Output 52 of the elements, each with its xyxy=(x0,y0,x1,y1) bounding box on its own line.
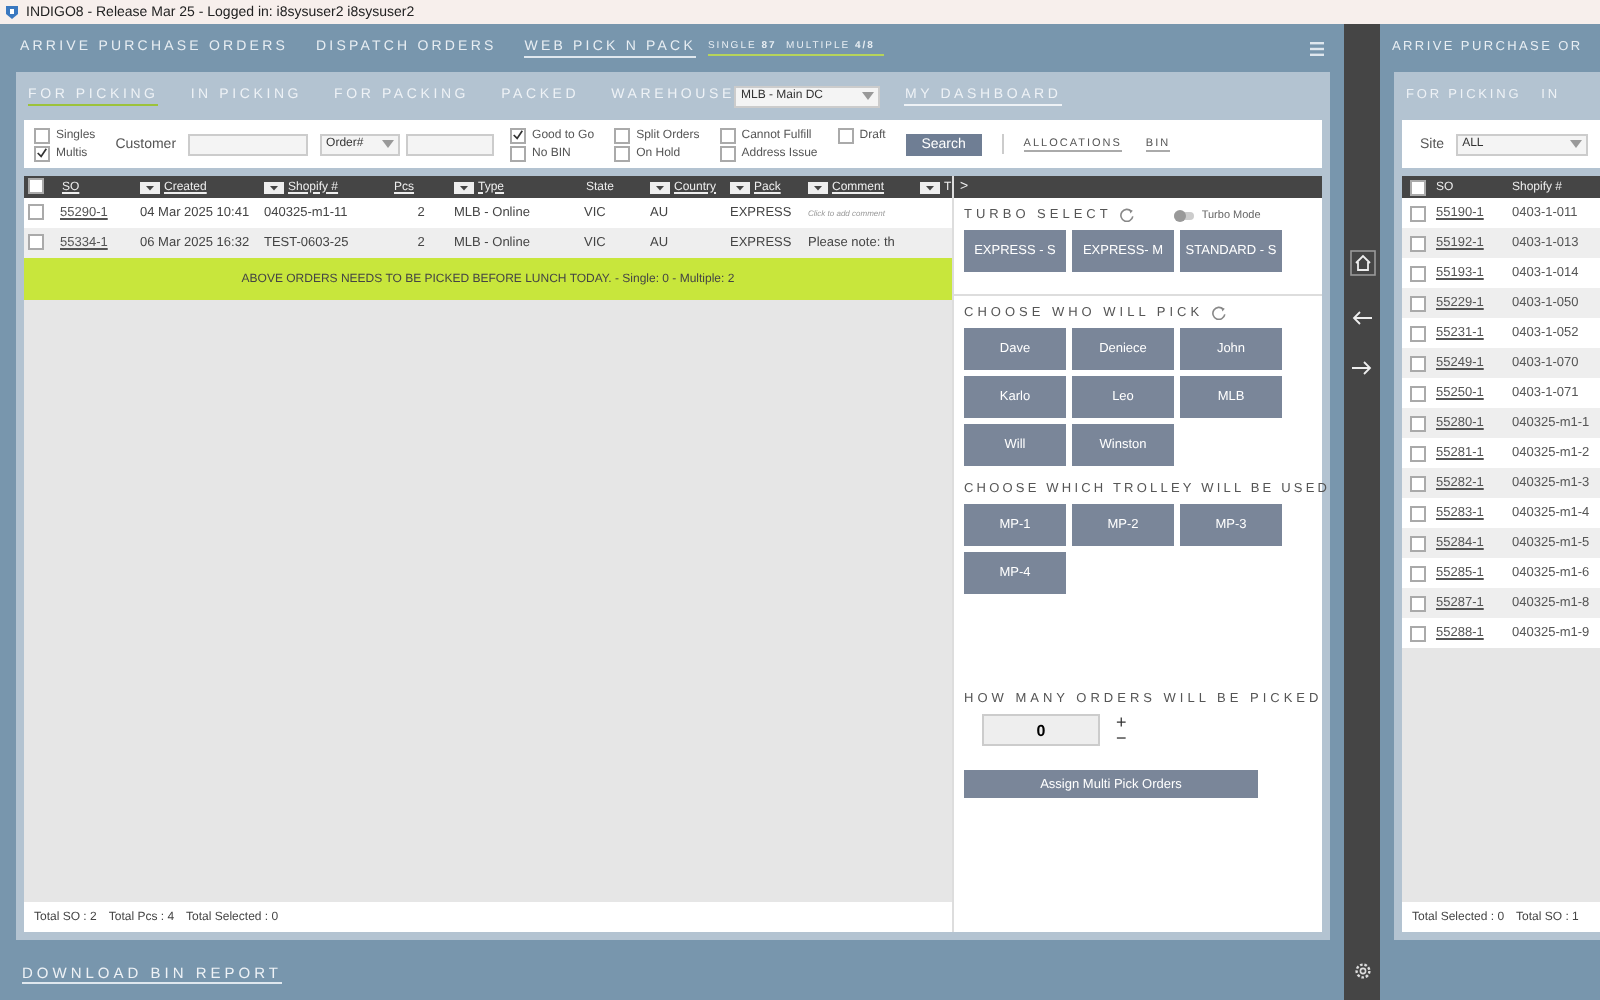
order-field[interactable] xyxy=(406,133,495,155)
checkbox[interactable] xyxy=(34,127,50,143)
refresh-icon[interactable] xyxy=(1119,208,1134,222)
checkbox[interactable] xyxy=(1410,535,1426,551)
filter-icon[interactable] xyxy=(650,181,670,193)
filter-icon[interactable] xyxy=(920,181,940,193)
app-icon xyxy=(4,4,20,20)
checkbox[interactable] xyxy=(719,127,736,143)
checkbox[interactable] xyxy=(614,127,631,143)
checkbox[interactable] xyxy=(1410,385,1426,401)
left-arrow-icon[interactable] xyxy=(1352,310,1372,326)
quantity-field[interactable]: 0 xyxy=(982,714,1100,746)
checkbox[interactable] xyxy=(28,177,44,193)
checkbox[interactable] xyxy=(1410,625,1426,641)
checkbox[interactable] xyxy=(28,233,44,249)
checkbox[interactable] xyxy=(1410,415,1426,431)
checkbox[interactable] xyxy=(1410,325,1426,341)
checkbox[interactable] xyxy=(837,127,854,143)
refresh-icon[interactable] xyxy=(1211,306,1226,320)
toggle-switch[interactable] xyxy=(1173,211,1194,219)
checkbox[interactable] xyxy=(1410,295,1426,311)
increment-button[interactable]: + xyxy=(1116,714,1127,730)
dropdown-icon xyxy=(1570,140,1583,148)
checkbox[interactable] xyxy=(1410,205,1426,221)
checkbox[interactable] xyxy=(1410,355,1426,371)
checkbox[interactable] xyxy=(34,145,50,161)
home-icon[interactable] xyxy=(1349,250,1375,276)
filter-icon[interactable] xyxy=(264,181,284,193)
decrement-button[interactable]: − xyxy=(1116,730,1127,746)
checkbox[interactable] xyxy=(1410,595,1426,611)
checkbox[interactable] xyxy=(510,145,527,161)
filter-icon[interactable] xyxy=(730,181,750,193)
dropdown-icon xyxy=(862,92,875,100)
checkbox[interactable] xyxy=(1410,445,1426,461)
checkbox[interactable] xyxy=(1410,179,1426,195)
checkbox[interactable] xyxy=(1410,265,1426,281)
filter-icon[interactable] xyxy=(808,181,828,193)
dropdown-icon xyxy=(382,140,395,148)
checkbox[interactable] xyxy=(1410,235,1426,251)
filter-icon[interactable] xyxy=(454,181,474,193)
checkbox[interactable] xyxy=(510,127,527,143)
settings-icon[interactable] xyxy=(1353,962,1371,980)
checkbox[interactable] xyxy=(1410,475,1426,491)
customer-field[interactable] xyxy=(188,133,309,155)
filter-icon[interactable] xyxy=(140,181,160,193)
menu-icon[interactable] xyxy=(1310,41,1324,55)
checkbox[interactable] xyxy=(719,145,736,161)
checkbox[interactable] xyxy=(614,145,631,161)
checkbox[interactable] xyxy=(1410,565,1426,581)
right-arrow-icon[interactable] xyxy=(1352,360,1372,376)
checkbox[interactable] xyxy=(1410,505,1426,521)
checkbox[interactable] xyxy=(28,203,44,219)
